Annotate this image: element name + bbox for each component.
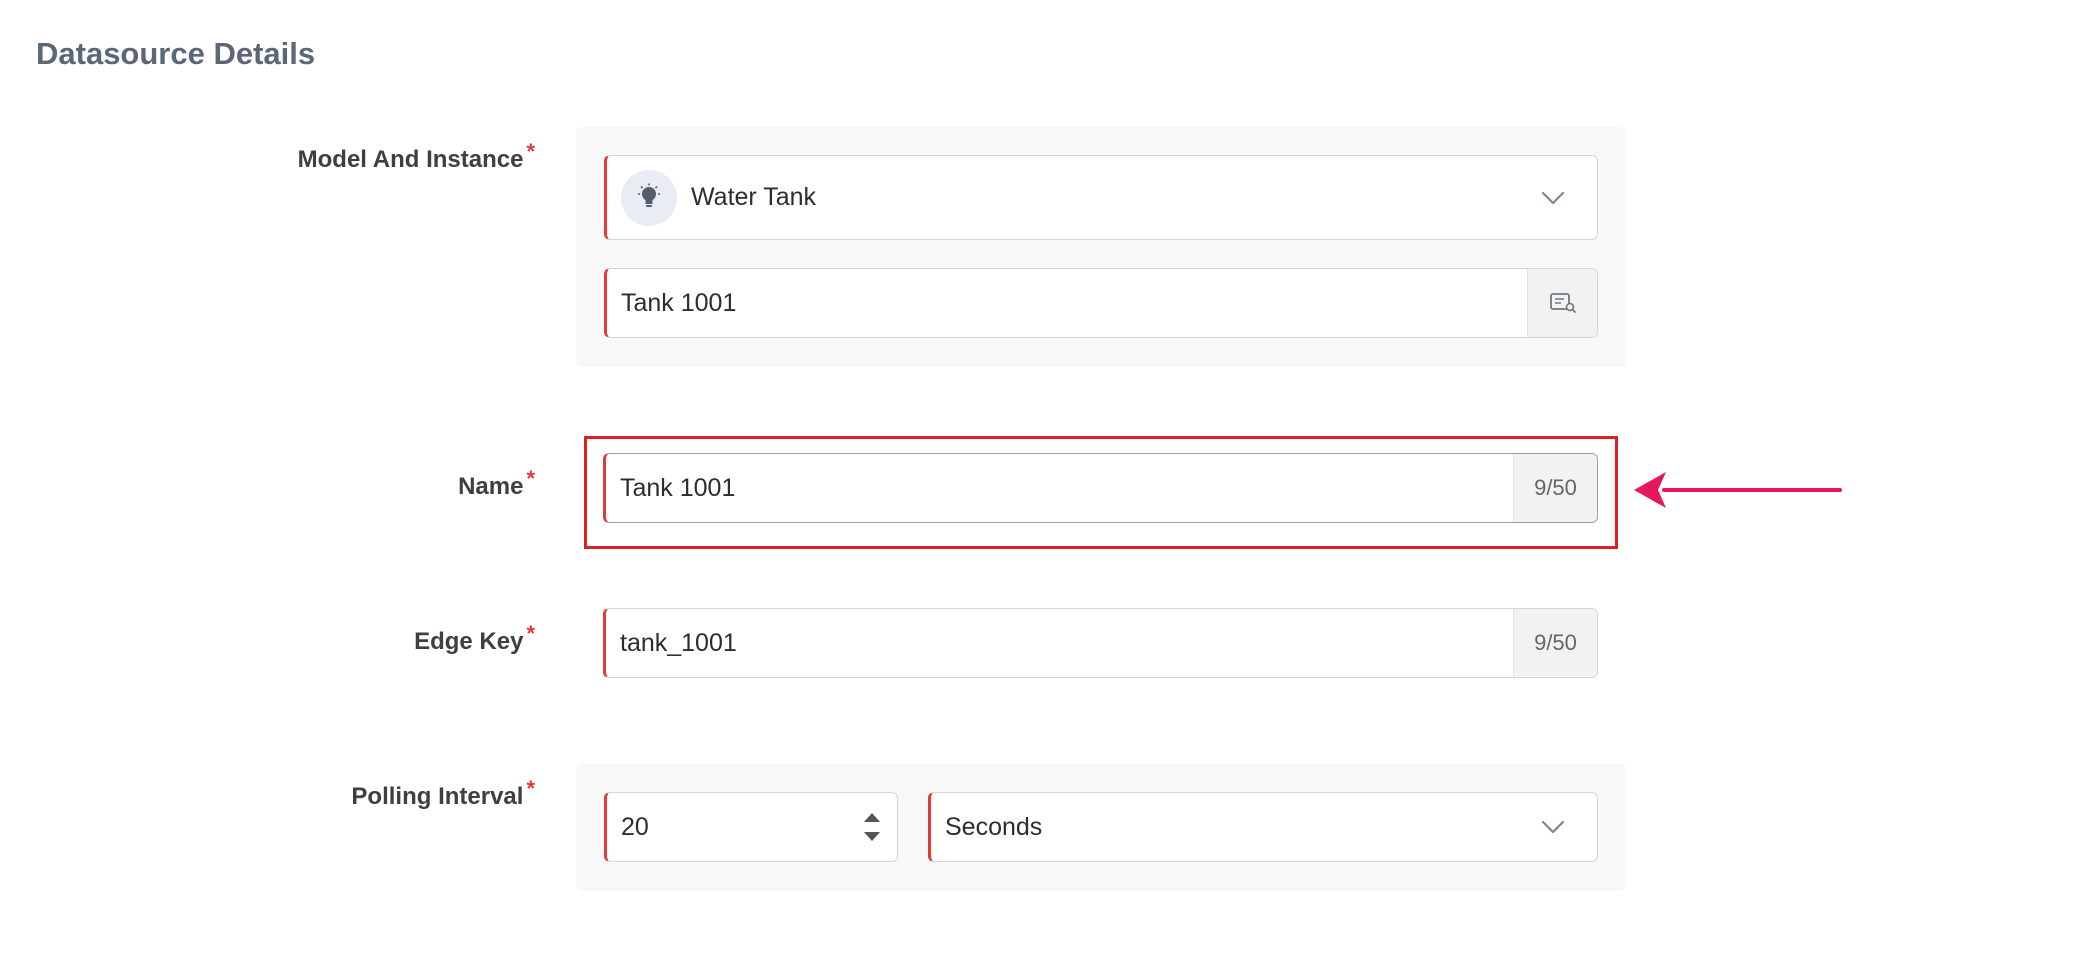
chevron-down-icon[interactable] [1525, 799, 1581, 855]
edge-key-label-text: Edge Key [414, 628, 524, 655]
required-mark: * [526, 776, 535, 801]
number-stepper[interactable] [855, 793, 889, 861]
highlight-box [584, 436, 1618, 549]
required-mark: * [526, 139, 535, 164]
chevron-down-icon[interactable] [1525, 170, 1581, 226]
instance-input-value: Tank 1001 [621, 288, 737, 317]
datasource-details-page: Datasource Details Model And Instance * W… [0, 0, 2094, 954]
pointer-arrow-icon [1634, 472, 1842, 508]
polling-interval-label: Polling Interval * [351, 776, 535, 811]
edge-key-char-counter: 9/50 [1513, 609, 1597, 677]
stepper-up-icon[interactable] [864, 813, 880, 822]
model-select[interactable]: Water Tank [604, 155, 1598, 240]
model-and-instance-label-text: Model And Instance [297, 146, 524, 173]
polling-interval-unit-select[interactable]: Seconds [928, 792, 1598, 862]
polling-interval-number-input[interactable]: 20 [604, 792, 898, 862]
instance-input[interactable]: Tank 1001 [604, 268, 1598, 338]
edge-key-label: Edge Key * [414, 621, 535, 656]
section-title: Datasource Details [36, 36, 316, 71]
model-select-value: Water Tank [691, 183, 817, 211]
polling-interval-unit-value: Seconds [945, 812, 1043, 841]
name-label: Name * [458, 466, 535, 501]
name-label-text: Name [458, 473, 524, 500]
model-and-instance-label: Model And Instance * [297, 139, 535, 174]
list-search-icon[interactable] [1527, 269, 1597, 337]
polling-interval-label-text: Polling Interval [351, 783, 524, 810]
lightbulb-icon [621, 169, 677, 226]
required-mark: * [526, 466, 535, 491]
required-mark: * [526, 621, 535, 646]
edge-key-input[interactable]: tank_1001 9/50 [603, 608, 1598, 678]
edge-key-input-value: tank_1001 [620, 628, 737, 657]
stepper-down-icon[interactable] [864, 832, 880, 841]
polling-interval-value: 20 [621, 812, 649, 841]
